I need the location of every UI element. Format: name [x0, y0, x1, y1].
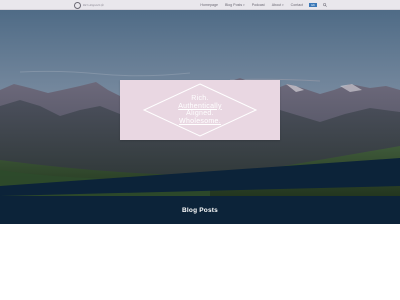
nav-item-contact[interactable]: Contact — [291, 3, 303, 7]
top-navigation-bar: Rich Aligned Life Homepage Blog Posts ▾ … — [0, 0, 400, 10]
nav-item-homepage[interactable]: Homepage — [200, 3, 218, 7]
nav-item-label: About — [271, 3, 282, 7]
nav-item-label: Blog Posts — [224, 3, 243, 7]
nav-item-label: Contact — [290, 3, 303, 7]
hero-banner: Rich. Authentically Aligned. Wholesome. — [0, 10, 400, 196]
nav-item-podcast[interactable]: Podcast — [252, 3, 265, 7]
tagline-text: Rich. Authentically Aligned. Wholesome. — [120, 95, 280, 125]
search-icon[interactable] — [323, 3, 327, 7]
logo-mark-icon — [74, 1, 81, 9]
tagline-line-2: Authentically — [178, 102, 222, 110]
tagline-line-3: Aligned. — [186, 110, 214, 117]
site-logo[interactable]: Rich Aligned Life — [74, 1, 104, 9]
nav-item-label: Podcast — [251, 3, 265, 7]
nav-item-label: Homepage — [200, 3, 218, 7]
language-code: EN — [311, 3, 315, 7]
section-title: Blog Posts — [182, 207, 218, 214]
tagline-line-1: Rich. — [191, 95, 209, 102]
tagline-line-4: Wholesome. — [179, 117, 221, 125]
blog-posts-content-area — [0, 224, 400, 300]
language-flag-icon[interactable]: EN — [309, 3, 317, 7]
nav-item-blog-posts[interactable]: Blog Posts ▾ — [225, 3, 245, 7]
tagline-badge: Rich. Authentically Aligned. Wholesome. — [120, 80, 280, 140]
logo-text: Rich Aligned Life — [83, 3, 104, 7]
chevron-down-icon: ▾ — [243, 3, 245, 7]
chevron-down-icon: ▾ — [282, 3, 284, 7]
nav-item-about[interactable]: About ▾ — [272, 3, 284, 7]
main-nav: Homepage Blog Posts ▾ Podcast About ▾ Co… — [193, 0, 327, 10]
